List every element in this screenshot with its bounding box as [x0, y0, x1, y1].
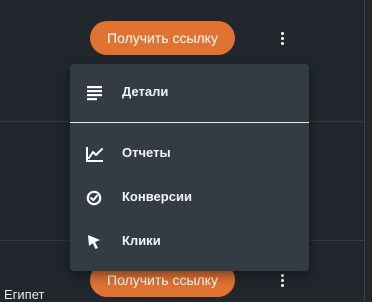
cursor-icon — [86, 234, 104, 250]
more-options-icon[interactable] — [272, 26, 292, 50]
chart-icon — [86, 146, 104, 162]
column-divider — [364, 0, 365, 301]
more-options-icon[interactable] — [272, 268, 292, 292]
menu-item-label: Клики — [122, 233, 161, 248]
menu-item-clicks[interactable]: Клики — [70, 222, 309, 262]
get-link-button[interactable]: Получить ссылку — [90, 21, 235, 55]
menu-item-reports[interactable]: Отчеты — [70, 134, 309, 174]
actions-menu: Детали Отчеты Конверсии Клики — [70, 64, 309, 271]
country-label: Египет — [4, 287, 45, 302]
menu-item-label: Конверсии — [122, 189, 192, 204]
menu-item-conversions[interactable]: Конверсии — [70, 178, 309, 218]
menu-divider — [70, 122, 309, 123]
menu-item-label: Отчеты — [122, 145, 171, 160]
menu-item-details[interactable]: Детали — [70, 73, 309, 113]
details-icon — [86, 85, 104, 101]
menu-item-label: Детали — [122, 84, 169, 99]
check-circle-icon — [86, 190, 104, 206]
